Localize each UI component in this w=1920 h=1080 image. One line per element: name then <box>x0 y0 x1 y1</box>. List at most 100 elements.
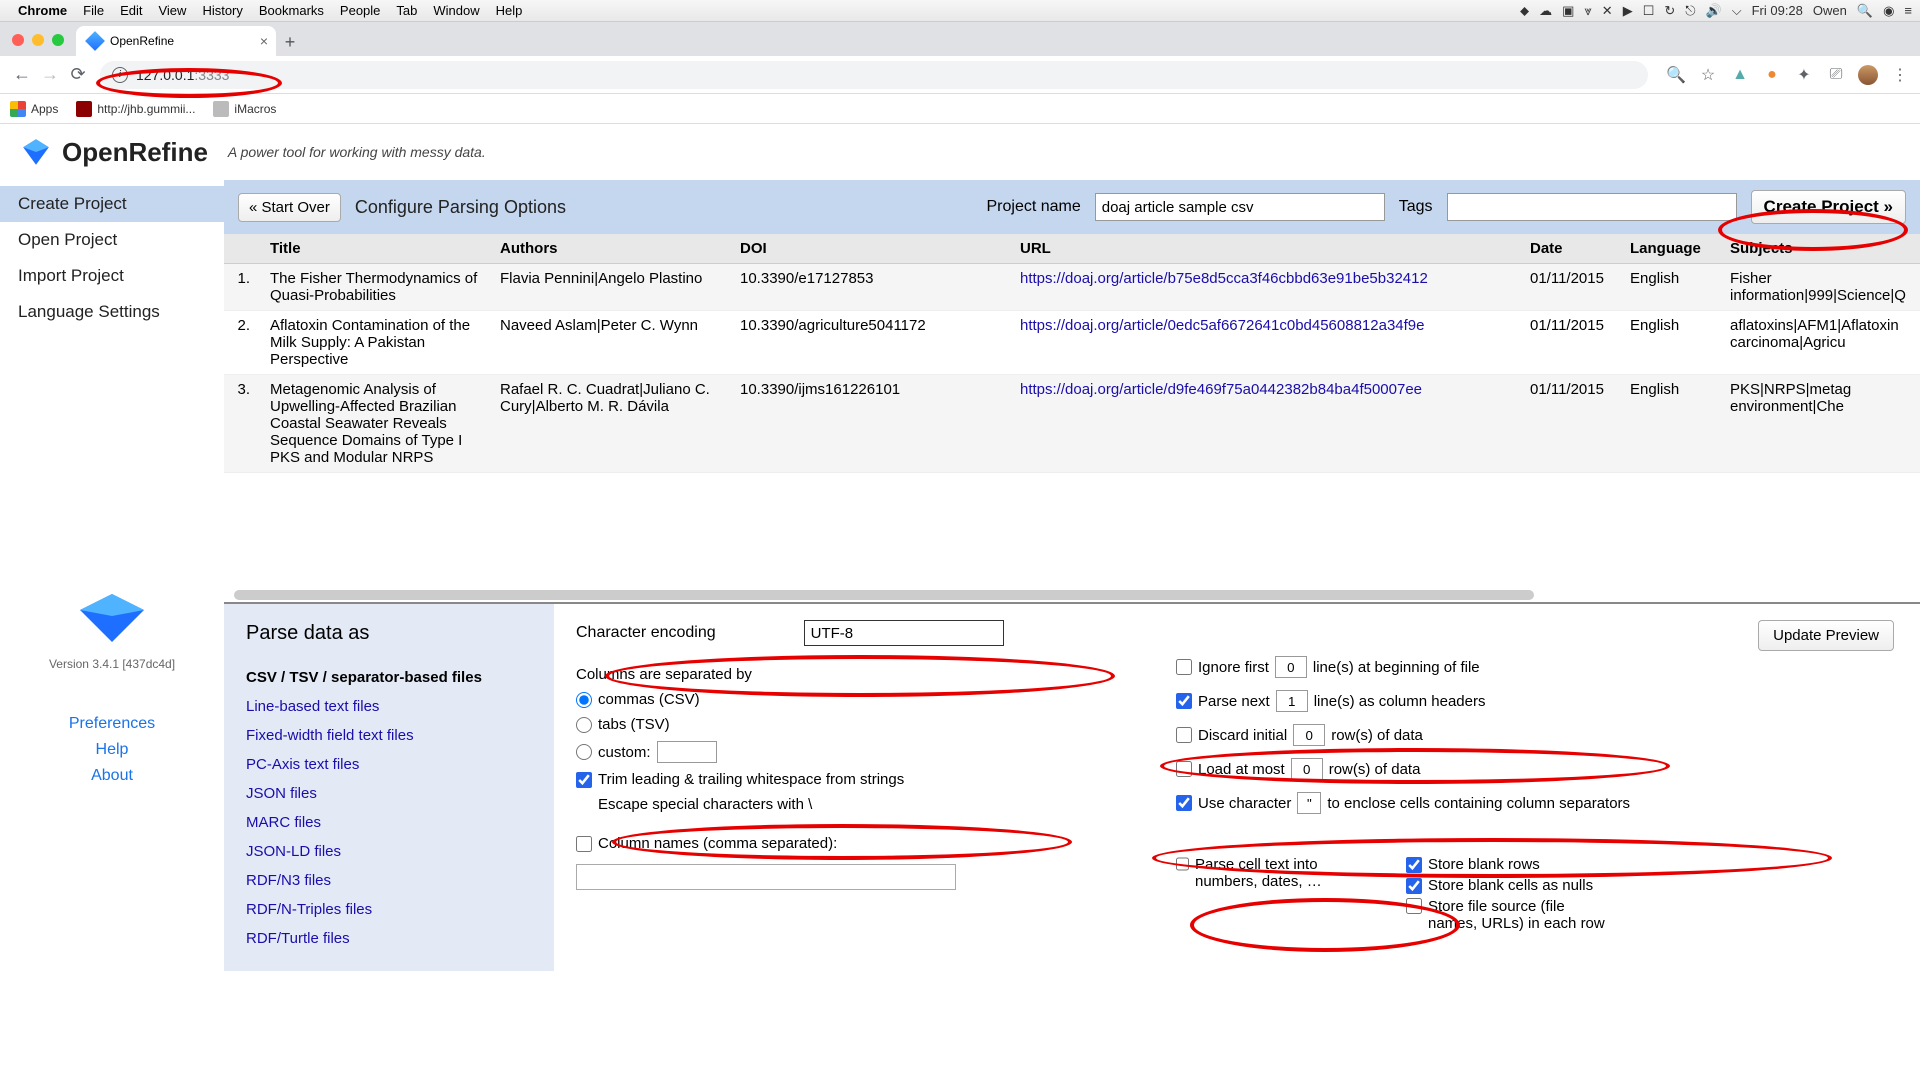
colnames-checkbox[interactable] <box>576 836 592 852</box>
tags-input[interactable] <box>1447 193 1737 221</box>
menu-tab[interactable]: Tab <box>396 3 417 18</box>
bookmark-folder[interactable]: iMacros <box>213 101 276 117</box>
forward-button[interactable]: → <box>36 61 64 89</box>
url-link[interactable]: https://doaj.org/article/b75e8d5cca3f46c… <box>1020 270 1428 287</box>
about-link[interactable]: About <box>0 763 224 789</box>
menu-help[interactable]: Help <box>496 3 523 18</box>
discard-checkbox[interactable] <box>1176 727 1192 743</box>
minimize-window[interactable] <box>32 34 44 46</box>
favicon-icon <box>85 31 105 51</box>
bookmark-star-icon[interactable]: ☆ <box>1696 63 1720 87</box>
sidebar-create-project[interactable]: Create Project <box>0 186 224 222</box>
sep-custom-input[interactable] <box>657 741 717 763</box>
profile-avatar[interactable] <box>1856 63 1880 87</box>
bookmark-item[interactable]: http://jhb.gummii... <box>76 101 195 117</box>
discard-input[interactable] <box>1293 724 1325 746</box>
use-char-input[interactable] <box>1297 792 1321 814</box>
sidebar-open-project[interactable]: Open Project <box>0 222 224 258</box>
bluetooth-icon[interactable]: ⎋ <box>1685 3 1695 19</box>
site-info-icon[interactable]: i <box>112 67 128 83</box>
menu-bookmarks[interactable]: Bookmarks <box>259 3 324 18</box>
ext-icon[interactable]: ● <box>1760 63 1784 87</box>
project-name-input[interactable] <box>1095 193 1385 221</box>
status-icon[interactable]: ▣ <box>1562 3 1574 19</box>
create-project-button[interactable]: Create Project » <box>1751 190 1906 224</box>
address-bar[interactable]: i 127.0.0.1:3333 <box>100 61 1648 89</box>
load-most-input[interactable] <box>1291 758 1323 780</box>
siri-icon[interactable]: ◉ <box>1883 3 1894 19</box>
status-icon[interactable]: ⬥ <box>1520 3 1529 19</box>
menu-file[interactable]: File <box>83 3 104 18</box>
format-rdf-turtle[interactable]: RDF/Turtle files <box>246 924 532 953</box>
menu-edit[interactable]: Edit <box>120 3 142 18</box>
ignore-first-input[interactable] <box>1275 656 1307 678</box>
blank-cells-checkbox[interactable] <box>1406 878 1422 894</box>
chrome-menu-icon[interactable]: ⋮ <box>1888 63 1912 87</box>
ext-icon[interactable]: ▲ <box>1728 63 1752 87</box>
horizontal-scrollbar[interactable] <box>234 590 1534 600</box>
encoding-input[interactable] <box>804 620 1004 646</box>
cast-icon[interactable]: ⎚ <box>1824 63 1848 87</box>
format-marc[interactable]: MARC files <box>246 808 532 837</box>
format-jsonld[interactable]: JSON-LD files <box>246 837 532 866</box>
format-line[interactable]: Line-based text files <box>246 692 532 721</box>
app-name[interactable]: Chrome <box>18 3 67 18</box>
format-fixed[interactable]: Fixed-width field text files <box>246 721 532 750</box>
start-over-button[interactable]: « Start Over <box>238 193 341 222</box>
format-pcaxis[interactable]: PC-Axis text files <box>246 750 532 779</box>
sidebar-language-settings[interactable]: Language Settings <box>0 294 224 330</box>
status-icon[interactable]: ✕ <box>1602 3 1613 19</box>
format-csv[interactable]: CSV / TSV / separator-based files <box>246 663 532 692</box>
use-char-checkbox[interactable] <box>1176 795 1192 811</box>
update-preview-button[interactable]: Update Preview <box>1758 620 1894 651</box>
status-icon[interactable]: ⩔ <box>1584 3 1591 19</box>
trim-checkbox[interactable] <box>576 772 592 788</box>
status-icon[interactable]: ▶ <box>1623 3 1633 19</box>
maximize-window[interactable] <box>52 34 64 46</box>
table-row: 3.Metagenomic Analysis of Upwelling-Affe… <box>224 375 1920 473</box>
status-icon[interactable]: ☁ <box>1539 3 1552 19</box>
browser-tab[interactable]: OpenRefine × <box>76 26 276 56</box>
parse-cell-checkbox[interactable] <box>1176 856 1189 872</box>
col-header: DOI <box>730 234 1010 264</box>
url-link[interactable]: https://doaj.org/article/0edc5af6672641c… <box>1020 317 1425 334</box>
menu-people[interactable]: People <box>340 3 380 18</box>
status-icon[interactable]: ↻ <box>1664 3 1675 19</box>
sep-custom-radio[interactable] <box>576 744 592 760</box>
version-label: Version 3.4.1 [437dc4d] <box>0 657 224 671</box>
blank-rows-checkbox[interactable] <box>1406 857 1422 873</box>
extensions-icon[interactable]: ✦ <box>1792 63 1816 87</box>
parse-next-checkbox[interactable] <box>1176 693 1192 709</box>
close-window[interactable] <box>12 34 24 46</box>
reload-button[interactable]: ⟳ <box>64 61 92 89</box>
close-tab-icon[interactable]: × <box>260 33 268 49</box>
format-json[interactable]: JSON files <box>246 779 532 808</box>
menu-icon[interactable]: ≡ <box>1904 3 1912 18</box>
sep-commas-radio[interactable] <box>576 692 592 708</box>
clock[interactable]: Fri 09:28 <box>1752 3 1803 18</box>
status-icon[interactable]: ☐ <box>1643 3 1655 19</box>
load-most-checkbox[interactable] <box>1176 761 1192 777</box>
help-link[interactable]: Help <box>0 737 224 763</box>
search-icon[interactable]: 🔍 <box>1857 3 1873 19</box>
sep-tabs-radio[interactable] <box>576 717 592 733</box>
format-rdf-n3[interactable]: RDF/N3 files <box>246 866 532 895</box>
user-name[interactable]: Owen <box>1813 3 1847 18</box>
preferences-link[interactable]: Preferences <box>0 711 224 737</box>
zoom-icon[interactable]: 🔍 <box>1664 63 1688 87</box>
volume-icon[interactable]: 🔊 <box>1706 3 1722 19</box>
menu-view[interactable]: View <box>158 3 186 18</box>
new-tab-button[interactable]: + <box>276 28 304 56</box>
file-source-checkbox[interactable] <box>1406 898 1422 914</box>
apps-bookmark[interactable]: Apps <box>10 101 58 117</box>
colnames-input[interactable] <box>576 864 956 890</box>
menu-history[interactable]: History <box>202 3 242 18</box>
format-rdf-nt[interactable]: RDF/N-Triples files <box>246 895 532 924</box>
wifi-icon[interactable]: ⌵ <box>1732 3 1742 19</box>
sidebar-import-project[interactable]: Import Project <box>0 258 224 294</box>
menu-window[interactable]: Window <box>433 3 479 18</box>
ignore-first-checkbox[interactable] <box>1176 659 1192 675</box>
url-link[interactable]: https://doaj.org/article/d9fe469f75a0442… <box>1020 381 1422 398</box>
back-button[interactable]: ← <box>8 61 36 89</box>
parse-next-input[interactable] <box>1276 690 1308 712</box>
